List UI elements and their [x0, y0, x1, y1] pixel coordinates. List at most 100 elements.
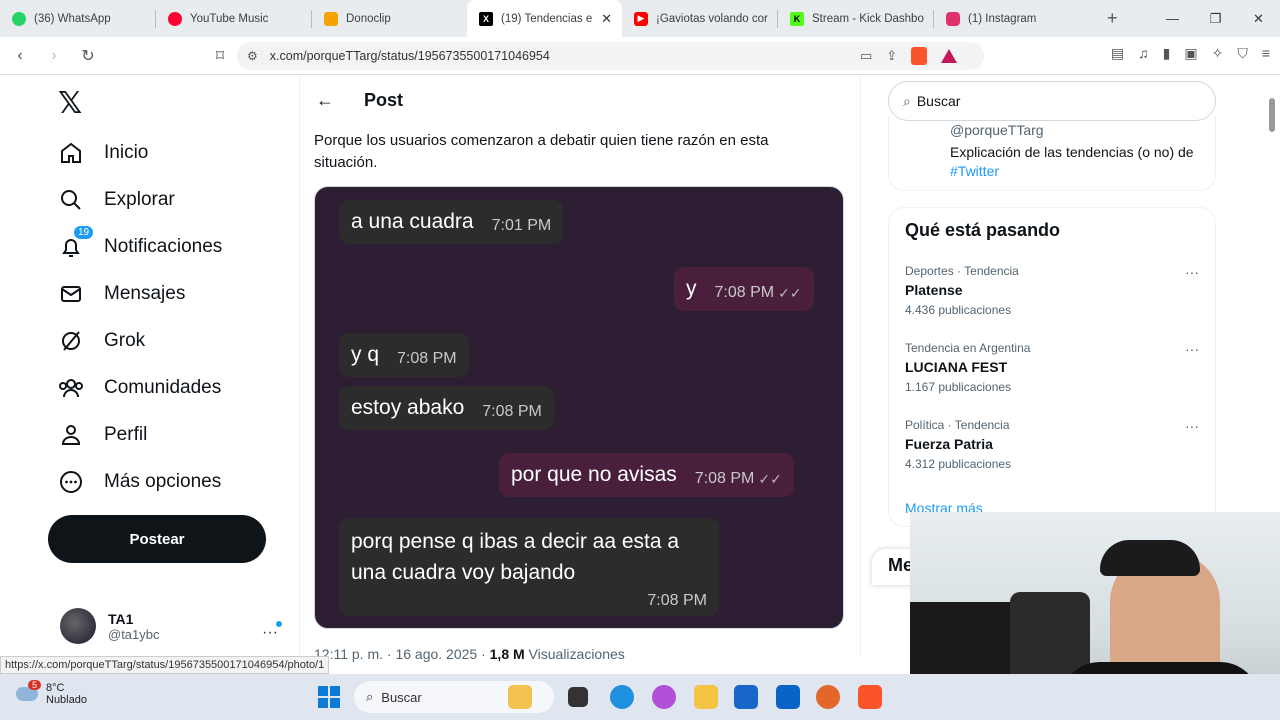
media-icon[interactable]: ♫	[1138, 45, 1149, 62]
nav-item-explorar[interactable]: Explorar	[58, 187, 175, 213]
profile-handle: @ta1ybc	[108, 626, 160, 642]
nav-item-mensajes[interactable]: Mensajes	[58, 281, 185, 307]
more-icon[interactable]: ···	[1185, 341, 1199, 357]
restore-icon[interactable]: ❐	[1194, 0, 1237, 37]
donoclip-favicon-icon	[324, 11, 338, 26]
youtube-music-favicon-icon	[168, 11, 182, 26]
url-text: x.com/porqueTTarg/status/195673550017104…	[269, 49, 550, 63]
close-tab-icon[interactable]: ✕	[601, 11, 612, 27]
tab-youtube-music[interactable]: YouTube Music	[156, 0, 311, 37]
share-icon[interactable]: ⇪	[886, 48, 897, 64]
windows-taskbar: 5 8°C Nublado ⌕ Buscar	[0, 674, 1280, 720]
communities-icon	[58, 375, 84, 401]
avatar	[60, 608, 96, 644]
bookmark-icon[interactable]: ⌑	[206, 46, 234, 66]
account-switcher[interactable]: TA1 @ta1ybc	[60, 608, 160, 644]
nav-item-mas-opciones[interactable]: Más opciones	[58, 469, 221, 495]
nav-item-perfil[interactable]: Perfil	[58, 422, 147, 448]
youtube-favicon-icon: ▶	[634, 11, 648, 26]
chat-bubble: y 7:08 PM ✓✓	[674, 267, 814, 311]
instagram-favicon-icon	[946, 11, 960, 26]
forward-icon[interactable]: ›	[40, 47, 68, 65]
person-icon	[58, 422, 84, 448]
tab-donoclip[interactable]: Donoclip	[312, 0, 467, 37]
search-icon: ⌕	[366, 689, 374, 704]
page-title: Post	[364, 90, 404, 110]
search-icon	[58, 187, 84, 213]
post-meta: 12:11 p. m. · 16 ago. 2025 · 1,8 M Visua…	[314, 646, 625, 662]
copilot-icon[interactable]	[652, 685, 676, 709]
tab-tendencias[interactable]: X (19) Tendencias e ✕	[467, 0, 622, 37]
back-icon[interactable]: ‹	[6, 47, 34, 65]
windows-start-icon[interactable]	[318, 686, 340, 708]
store-icon[interactable]	[734, 685, 758, 709]
screen-cast-icon[interactable]: ▭	[860, 48, 872, 64]
fl-studio-icon[interactable]	[816, 685, 840, 709]
search-input[interactable]: ⌕ Buscar	[888, 81, 1216, 121]
task-view-icon[interactable]	[568, 687, 588, 707]
vpn-icon[interactable]: ⛉	[1237, 45, 1248, 62]
read-ticks-icon: ✓✓	[758, 470, 782, 487]
trend-item[interactable]: Deportes · Tendencia Platense 4.436 publ…	[905, 264, 1205, 317]
reload-icon[interactable]: ↻	[74, 46, 102, 66]
unread-dot	[276, 621, 282, 627]
grok-icon	[58, 328, 84, 354]
trends-panel: Qué está pasando Deportes · Tendencia Pl…	[888, 207, 1216, 527]
brave-rewards-icon[interactable]	[941, 49, 958, 63]
trend-item[interactable]: Tendencia en Argentina LUCIANA FEST 1.16…	[905, 341, 1205, 394]
chat-bubble: por que no avisas 7:08 PM ✓✓	[499, 453, 794, 497]
wallet-icon[interactable]: ▣	[1184, 45, 1197, 62]
sidebar-icon[interactable]: ▮	[1163, 45, 1171, 62]
trends-title: Qué está pasando	[905, 220, 1061, 240]
nav-item-grok[interactable]: Grok	[58, 328, 145, 354]
more-icon[interactable]: ···	[1185, 264, 1199, 280]
x-favicon-icon: X	[479, 11, 493, 26]
tab-gaviotas[interactable]: ▶ ¡Gaviotas volando cor	[622, 0, 777, 37]
account-more-icon[interactable]: ···	[262, 624, 278, 642]
leo-ai-icon[interactable]: ✧	[1212, 45, 1224, 62]
nav-item-inicio[interactable]: Inicio	[58, 140, 148, 166]
tab-kick[interactable]: K Stream - Kick Dashbo	[778, 0, 933, 37]
kick-favicon-icon: K	[790, 11, 804, 26]
chat-bubble: y q 7:08 PM	[339, 333, 469, 377]
account-card[interactable]: @porqueTTarg Explicación de las tendenci…	[888, 116, 1216, 191]
x-logo-icon[interactable]: 𝕏	[58, 86, 82, 121]
chat-bubble: a una cuadra 7:01 PM	[339, 200, 564, 244]
brave-shield-icon[interactable]	[911, 47, 928, 65]
bell-icon: 19	[58, 226, 94, 260]
reader-icon[interactable]: ▤	[1111, 45, 1124, 62]
weather-widget[interactable]: 5 8°C Nublado	[16, 680, 87, 706]
edge-icon[interactable]	[610, 685, 634, 709]
status-url: https://x.com/porqueTTarg/status/1956735…	[0, 656, 330, 674]
cloud-icon: 5	[16, 680, 42, 701]
back-arrow-icon[interactable]: ←	[316, 90, 334, 111]
hashtag-link[interactable]: #Twitter	[950, 163, 999, 179]
post-button[interactable]: Postear	[48, 515, 266, 563]
tab-whatsapp[interactable]: (36) WhatsApp	[0, 0, 155, 37]
chat-bubble: estoy abako 7:08 PM	[339, 386, 554, 430]
trend-item[interactable]: Política · Tendencia Fuerza Patria 4.312…	[905, 418, 1205, 471]
outlook-icon[interactable]	[776, 685, 800, 709]
brave-taskbar-icon[interactable]	[858, 685, 882, 709]
window-close-icon[interactable]: ✕	[1237, 0, 1280, 37]
browser-toolbar: ‹ › ↻ ⌑ ⚙ x.com/porqueTTarg/status/19567…	[0, 37, 1280, 75]
menu-icon[interactable]: ≡	[1262, 45, 1270, 62]
nav-item-notificaciones[interactable]: 19 Notificaciones	[58, 226, 222, 260]
widgets-icon[interactable]	[508, 685, 532, 709]
read-ticks-icon: ✓✓	[778, 284, 802, 301]
whatsapp-favicon-icon	[12, 11, 26, 26]
mail-icon	[58, 281, 84, 307]
chat-bubble: porq pense q ibas a decir aa esta a una …	[339, 518, 719, 616]
more-icon[interactable]: ···	[1185, 418, 1199, 434]
post-text: Porque los usuarios comenzaron a debatir…	[314, 132, 769, 171]
minimize-icon[interactable]: —	[1151, 0, 1194, 37]
post-image[interactable]: a una cuadra 7:01 PM y 7:08 PM ✓✓ y q 7:08 P…	[314, 186, 844, 629]
file-explorer-icon[interactable]	[694, 685, 718, 709]
new-tab-icon[interactable]: +	[1107, 8, 1118, 29]
nav-item-comunidades[interactable]: Comunidades	[58, 375, 221, 401]
home-icon	[58, 140, 84, 166]
post-header: ← Post	[316, 90, 403, 111]
tab-instagram[interactable]: (1) Instagram	[934, 0, 1089, 37]
site-info-icon[interactable]: ⚙	[247, 49, 258, 63]
more-circle-icon	[58, 469, 84, 495]
